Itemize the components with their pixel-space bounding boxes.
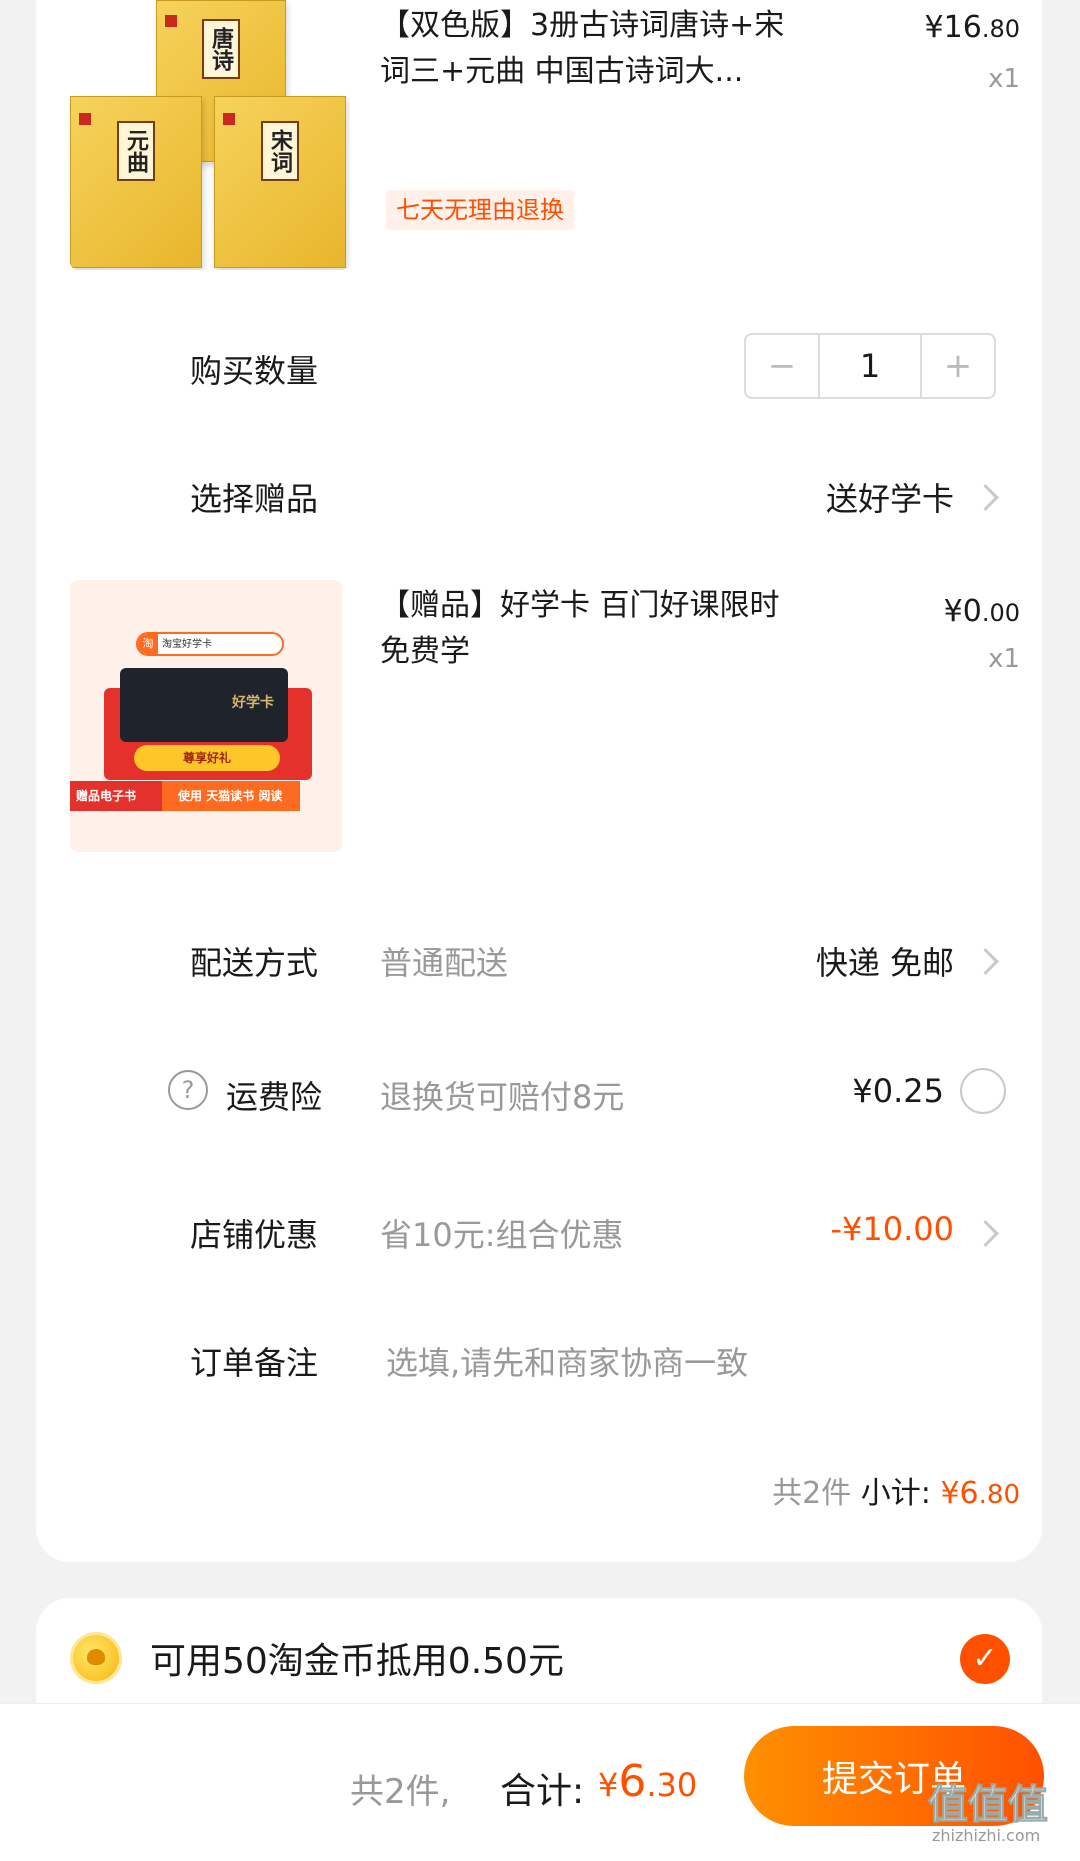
book-title: 唐诗 — [202, 19, 240, 79]
increment-button[interactable]: + — [922, 335, 994, 397]
coins-offer-text: 可用50淘金币抵用0.50元 — [150, 1641, 564, 1682]
subtotal-label: 小计: — [860, 1476, 931, 1511]
quantity-input[interactable]: 1 — [818, 335, 922, 397]
quantity-stepper: − 1 + — [744, 333, 996, 399]
gift-title[interactable]: 【赠品】好学卡 百门好课限时 免费学 — [380, 586, 870, 672]
book-yuanqu: 元曲 — [70, 96, 202, 268]
insurance-price: ¥0.25 — [852, 1072, 944, 1110]
selected-gift-value: 送好学卡 — [825, 480, 954, 518]
subtotal-count: 共2件 — [772, 1476, 852, 1511]
total-item-count: 共2件, — [350, 1772, 451, 1812]
decrement-button[interactable]: − — [746, 335, 818, 397]
bottom-bar: 共2件, 合计: ¥6.30 提交订单 — [0, 1704, 1080, 1861]
watermark-domain: zhizhizhi.com — [932, 1826, 1041, 1845]
order-note-input[interactable]: 选填,请先和商家协商一致 — [386, 1338, 986, 1384]
check-icon[interactable]: ✓ — [960, 1634, 1010, 1684]
total-amount: ¥6.30 — [598, 1756, 698, 1807]
select-gift-label: 选择赠品 — [190, 480, 319, 518]
book-title: 宋词 — [261, 121, 299, 181]
gift-card-graphic: 好学卡 — [120, 668, 288, 742]
store-discount-description: 省10元:组合优惠 — [380, 1216, 624, 1254]
watermark-logo: 值值值 — [928, 1782, 1049, 1829]
return-policy-badge: 七天无理由退换 — [386, 190, 574, 230]
help-icon[interactable]: ? — [168, 1070, 208, 1110]
subtotal: 共2件 小计: ¥6.80 — [772, 1468, 1020, 1512]
book-title: 元曲 — [117, 121, 155, 181]
insurance-radio[interactable] — [960, 1068, 1006, 1114]
gift-banner: 赠品电子书 使用 天猫读书 阅读 — [70, 781, 300, 811]
insurance-description: 退换货可赔付8元 — [380, 1078, 625, 1116]
shipping-value: 快递 免邮 — [815, 944, 954, 982]
insurance-label: 运费险 — [226, 1078, 323, 1116]
gift-quantity: x1 — [988, 644, 1020, 674]
book-songci: 宋词 — [214, 96, 346, 268]
order-note-label: 订单备注 — [190, 1344, 319, 1382]
product-price: ¥16.80 — [924, 10, 1020, 45]
store-discount-label: 店铺优惠 — [190, 1216, 319, 1254]
gift-price: ¥0.00 — [943, 594, 1020, 629]
coin-icon — [70, 1632, 122, 1684]
shipping-method: 普通配送 — [380, 944, 509, 982]
quantity-label: 购买数量 — [190, 352, 319, 390]
gift-button-graphic: 尊享好礼 — [134, 745, 280, 771]
shipping-label: 配送方式 — [190, 944, 319, 982]
product-image[interactable]: 唐诗 元曲 宋词 — [70, 0, 350, 270]
product-quantity: x1 — [988, 64, 1020, 94]
store-discount-value: -¥10.00 — [830, 1210, 954, 1248]
total-label: 合计: — [500, 1771, 585, 1812]
product-title[interactable]: 【双色版】3册古诗词唐诗+宋 词三+元曲 中国古诗词大... — [380, 6, 860, 92]
subtotal-amount: ¥6.80 — [940, 1476, 1020, 1511]
gift-image[interactable]: 淘淘宝好学卡 好学卡 尊享好礼 赠品电子书 使用 天猫读书 阅读 — [70, 580, 342, 852]
search-bar-graphic: 淘淘宝好学卡 — [136, 632, 284, 656]
